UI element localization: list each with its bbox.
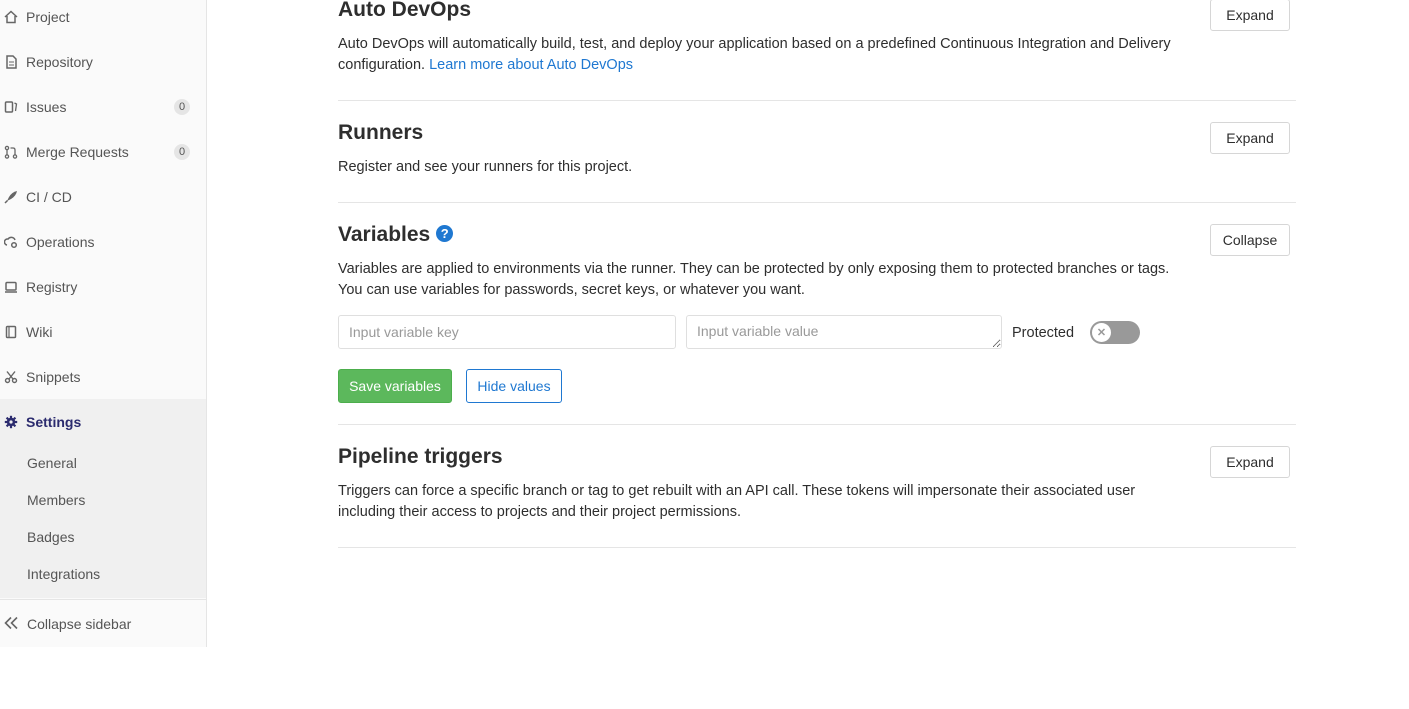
doc-icon: [3, 54, 19, 70]
protected-toggle[interactable]: ✕: [1090, 321, 1140, 344]
issues-icon: [3, 99, 19, 115]
sidebar-item-label: CI / CD: [26, 188, 72, 205]
scissors-icon: [3, 369, 19, 385]
section-title: Runners: [338, 121, 424, 144]
sidebar-item-repository[interactable]: Repository: [0, 39, 206, 84]
hide-values-button[interactable]: Hide values: [466, 369, 562, 403]
cloud-gear-icon: [3, 234, 19, 250]
gear-icon: [3, 414, 19, 430]
rocket-icon: [3, 189, 19, 205]
sidebar-item-wiki[interactable]: Wiki: [0, 309, 206, 354]
divider: [338, 547, 1296, 548]
sidebar-item-label: Settings: [26, 413, 82, 430]
settings-sub-badges[interactable]: Badges: [27, 529, 74, 545]
sidebar-item-label: Wiki: [26, 323, 53, 340]
expand-pipeline-triggers-button[interactable]: Expand: [1210, 446, 1290, 478]
section-description: Variables are applied to environments vi…: [338, 261, 1170, 298]
sidebar-item-label: Registry: [26, 278, 78, 295]
section-title: Variables?: [338, 223, 454, 247]
container-icon: [3, 279, 19, 295]
close-icon: ✕: [1092, 323, 1111, 342]
home-icon: [3, 9, 19, 25]
sidebar-item-ci-cd[interactable]: CI / CD: [0, 174, 206, 219]
collapse-sidebar-button[interactable]: Collapse sidebar: [0, 599, 206, 648]
divider: [338, 100, 1296, 101]
book-icon: [3, 324, 19, 340]
merge-request-icon: [3, 144, 19, 160]
sidebar: Project Repository Issues 0 Merge Reques…: [0, 0, 207, 647]
expand-auto-devops-button[interactable]: Expand: [1210, 0, 1290, 31]
sidebar-item-snippets[interactable]: Snippets: [0, 354, 206, 399]
sidebar-item-project[interactable]: Project: [0, 0, 206, 39]
sidebar-item-label: Merge Requests: [26, 143, 129, 160]
variable-value-input[interactable]: [686, 315, 1002, 349]
divider: [338, 424, 1296, 425]
learn-more-auto-devops-link[interactable]: Learn more about Auto DevOps: [429, 57, 633, 73]
sidebar-item-label: Project: [26, 8, 70, 25]
sidebar-item-label: Snippets: [26, 368, 81, 385]
protected-label: Protected: [1012, 325, 1075, 341]
double-chevron-left-icon: [4, 616, 20, 633]
sidebar-item-issues[interactable]: Issues 0: [0, 84, 206, 129]
sidebar-item-label: Repository: [26, 53, 93, 70]
expand-runners-button[interactable]: Expand: [1210, 122, 1290, 154]
sidebar-item-label: Issues: [26, 98, 67, 115]
section-description: Triggers can force a specific branch or …: [338, 483, 1136, 520]
settings-sub-integrations[interactable]: Integrations: [27, 566, 100, 582]
save-variables-button[interactable]: Save variables: [338, 369, 452, 403]
sidebar-item-operations[interactable]: Operations: [0, 219, 206, 264]
section-description: Auto DevOps will automatically build, te…: [338, 36, 1171, 73]
section-title: Auto DevOps: [338, 0, 472, 21]
variable-key-input[interactable]: [338, 315, 676, 349]
section-description: Register and see your runners for this p…: [338, 159, 633, 175]
settings-sub-members[interactable]: Members: [27, 492, 85, 508]
sidebar-item-settings[interactable]: Settings: [0, 399, 206, 444]
sidebar-item-label: Operations: [26, 233, 95, 250]
merge-requests-count-badge: 0: [174, 143, 190, 160]
section-title: Pipeline triggers: [338, 445, 503, 468]
collapse-variables-button[interactable]: Collapse: [1210, 224, 1290, 256]
collapse-sidebar-label: Collapse sidebar: [27, 616, 132, 632]
sidebar-item-registry[interactable]: Registry: [0, 264, 206, 309]
divider: [338, 202, 1296, 203]
sidebar-item-merge-requests[interactable]: Merge Requests 0: [0, 129, 206, 174]
settings-sub-general[interactable]: General: [27, 455, 77, 471]
issues-count-badge: 0: [174, 98, 190, 115]
question-circle-icon[interactable]: ?: [436, 224, 454, 242]
